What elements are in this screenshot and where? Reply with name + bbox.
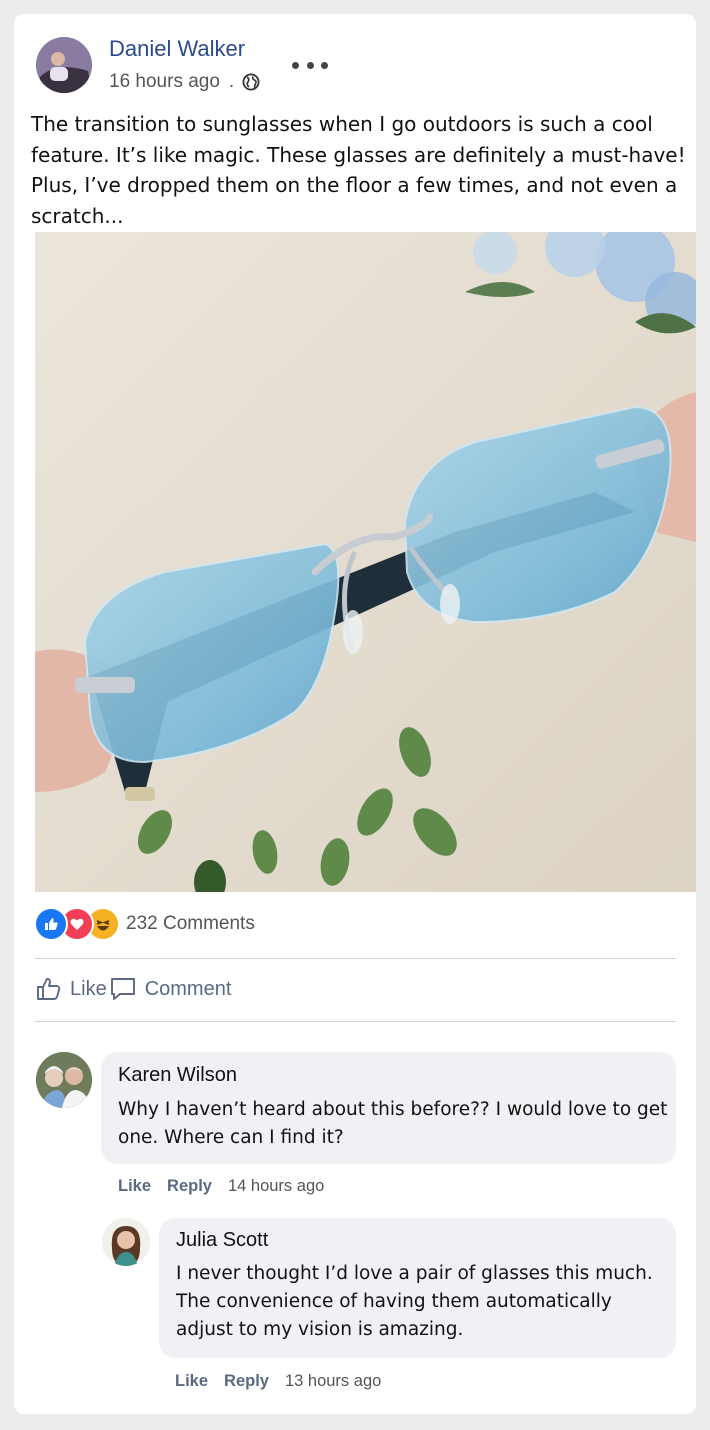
author-name[interactable]: Daniel Walker (109, 36, 245, 62)
like-label: Like (70, 977, 107, 1000)
divider (35, 958, 676, 959)
commenter-name[interactable]: Karen Wilson (118, 1064, 237, 1087)
post-meta: 16 hours ago . (109, 71, 260, 93)
comments-count[interactable]: 232 Comments (126, 913, 255, 935)
divider (35, 1021, 676, 1022)
comment-bubble-icon (110, 978, 135, 1000)
more-options-icon[interactable] (292, 56, 328, 74)
comment-button[interactable]: Comment (109, 976, 232, 1002)
post-text: The transition to sunglasses when I go o… (31, 112, 686, 228)
comment-time[interactable]: 14 hours ago (228, 1177, 324, 1196)
post-photo[interactable] (35, 232, 696, 892)
like-reaction-icon (34, 907, 68, 941)
post-card: Daniel Walker 16 hours ago . The transit… (14, 14, 696, 1414)
meta-separator: . (228, 71, 235, 92)
comment-like-button[interactable]: Like (118, 1177, 151, 1196)
reactions-row[interactable]: 232 Comments (34, 906, 255, 942)
comment-meta: Like Reply 14 hours ago (118, 1177, 324, 1196)
comment-reply-button[interactable]: Reply (167, 1177, 212, 1196)
comment-meta: Like Reply 13 hours ago (175, 1372, 381, 1391)
commenter-avatar[interactable] (102, 1218, 150, 1266)
comment-time[interactable]: 13 hours ago (285, 1372, 381, 1391)
globe-icon (242, 73, 260, 91)
author-avatar[interactable] (36, 37, 92, 93)
like-button[interactable]: Like (36, 977, 107, 1001)
comment-reply-button[interactable]: Reply (224, 1372, 269, 1391)
commenter-name[interactable]: Julia Scott (176, 1229, 268, 1252)
commenter-avatar[interactable] (36, 1052, 92, 1108)
thumbs-up-icon (37, 977, 61, 1000)
comment-text: Why I haven’t heard about this before?? … (118, 1099, 668, 1148)
post-actions: Like Comment (36, 976, 231, 1002)
comment-like-button[interactable]: Like (175, 1372, 208, 1391)
comment-label: Comment (144, 977, 232, 1000)
post-time[interactable]: 16 hours ago (109, 71, 220, 93)
comment-text: I never thought I’d love a pair of glass… (176, 1263, 653, 1340)
